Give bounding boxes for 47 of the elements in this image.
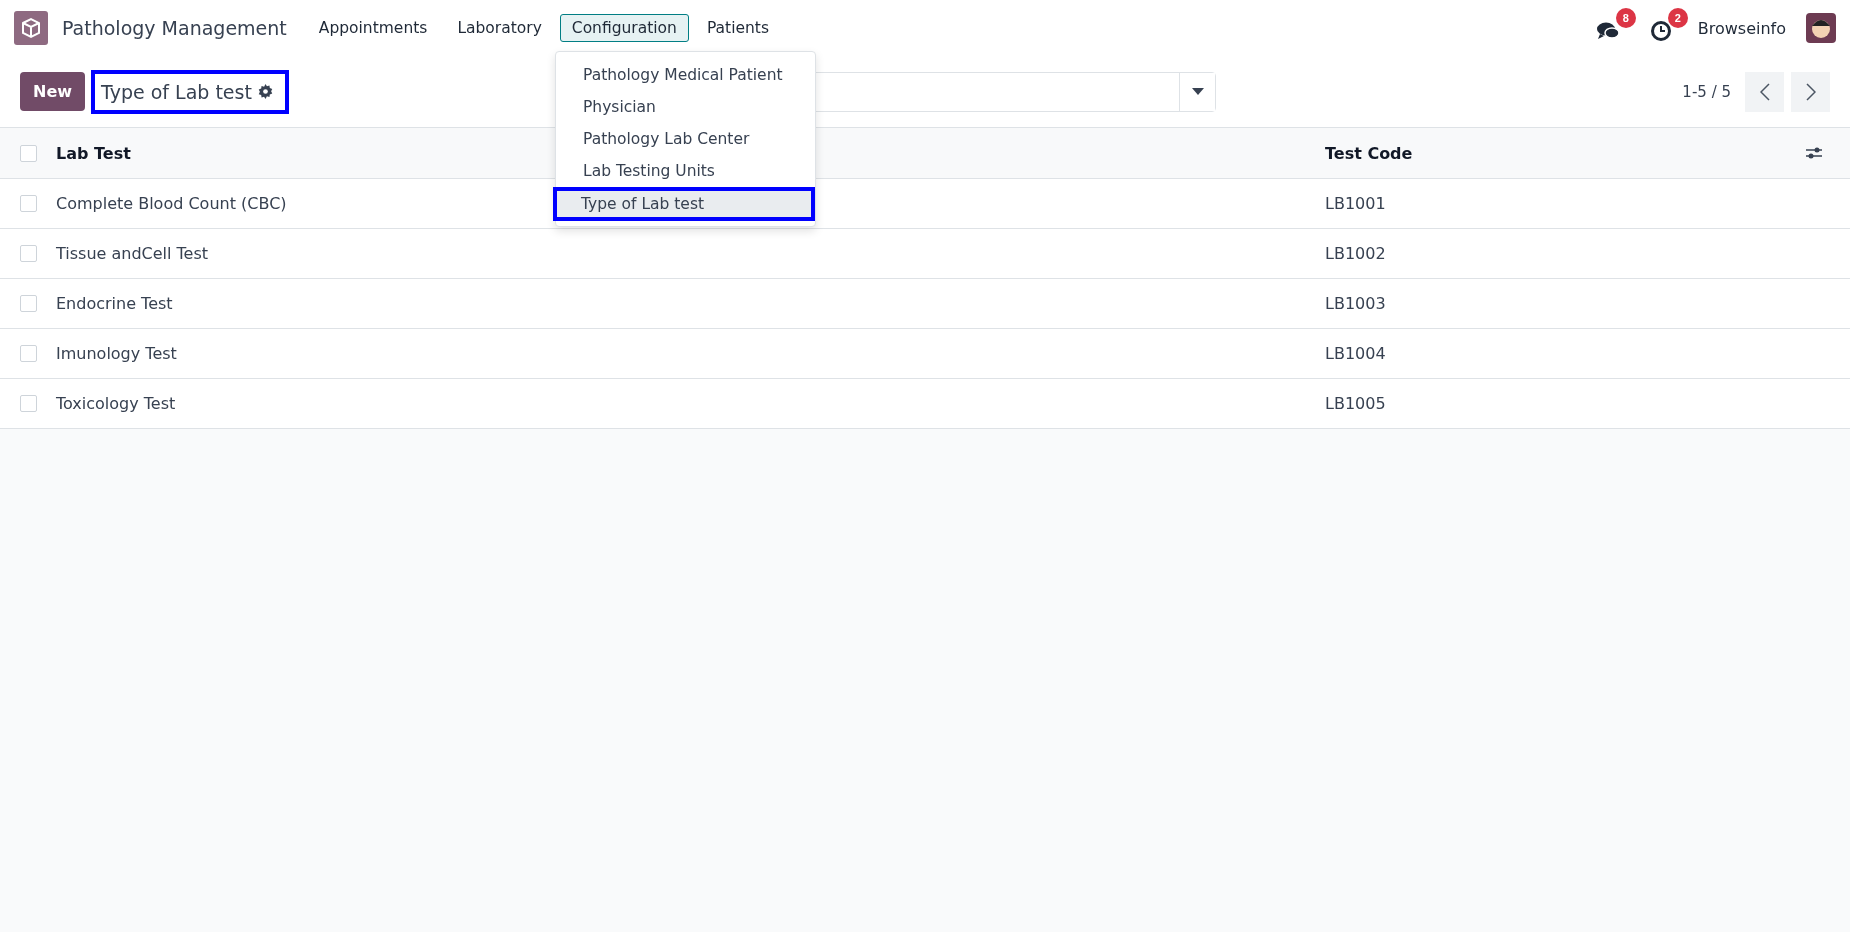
row-checkbox[interactable] bbox=[20, 395, 37, 412]
column-header[interactable]: Test Code bbox=[1325, 143, 1413, 163]
column-header[interactable]: Lab Test bbox=[56, 143, 131, 163]
lab-test-cell: Complete Blood Count (CBC) bbox=[56, 194, 287, 213]
user-name[interactable]: Browseinfo bbox=[1697, 18, 1786, 38]
select-all-checkbox[interactable] bbox=[20, 144, 37, 162]
lab-test-cell: Tissue andCell Test bbox=[56, 244, 209, 263]
next-button[interactable] bbox=[1791, 71, 1830, 112]
caret-icon bbox=[1191, 88, 1204, 95]
messages-button[interactable]: 8 bbox=[1591, 7, 1636, 49]
menu-item[interactable]: Configuration bbox=[559, 14, 689, 42]
lab-test-cell: Imunology Test bbox=[56, 344, 177, 363]
dropdown-item[interactable]: Pathology Medical Patient bbox=[556, 59, 815, 91]
dropdown-item[interactable]: Type of Lab test bbox=[553, 187, 815, 221]
clock-icon bbox=[1649, 19, 1672, 42]
chevron-right-icon bbox=[1805, 82, 1816, 101]
menu-item[interactable]: Patients bbox=[694, 14, 781, 42]
dropdown-item[interactable]: Physician bbox=[556, 91, 815, 123]
chevron-left-icon bbox=[1759, 82, 1770, 101]
sliders-icon[interactable] bbox=[1806, 146, 1822, 160]
previous-button[interactable] bbox=[1745, 71, 1784, 112]
test-code-cell: LB1005 bbox=[1325, 394, 1386, 413]
row-checkbox[interactable] bbox=[20, 195, 37, 212]
page-title: Type of Lab test bbox=[101, 80, 252, 103]
dropdown-item[interactable]: Lab Testing Units bbox=[556, 155, 815, 187]
test-code-cell: LB1003 bbox=[1325, 294, 1386, 313]
notification-badge: 2 bbox=[1667, 7, 1688, 28]
lab-test-cell: Toxicology Test bbox=[56, 394, 176, 413]
lab-test-cell: Endocrine Test bbox=[56, 294, 173, 313]
row-checkbox[interactable] bbox=[20, 345, 37, 362]
menu-item[interactable]: Appointments bbox=[306, 14, 440, 42]
new-button[interactable]: New bbox=[20, 72, 86, 111]
row-checkbox[interactable] bbox=[20, 245, 37, 262]
dropdown-item[interactable]: Pathology Lab Center bbox=[556, 123, 815, 155]
search-options-toggle[interactable] bbox=[1179, 72, 1216, 111]
test-code-cell: LB1001 bbox=[1325, 194, 1386, 213]
notification-badge: 8 bbox=[1615, 7, 1636, 28]
activities-button[interactable]: 2 bbox=[1645, 7, 1688, 49]
row-checkbox[interactable] bbox=[20, 295, 37, 312]
avatar-icon[interactable] bbox=[1806, 13, 1836, 43]
test-code-cell: LB1004 bbox=[1325, 344, 1386, 363]
test-code-cell: LB1002 bbox=[1325, 244, 1386, 263]
pager-value[interactable]: 1-5 / 5 bbox=[1682, 82, 1731, 101]
app-logo-icon[interactable] bbox=[14, 11, 48, 45]
gear-icon[interactable] bbox=[257, 84, 273, 99]
menu-item[interactable]: Laboratory bbox=[445, 14, 554, 42]
app-title: Pathology Management bbox=[62, 17, 287, 39]
